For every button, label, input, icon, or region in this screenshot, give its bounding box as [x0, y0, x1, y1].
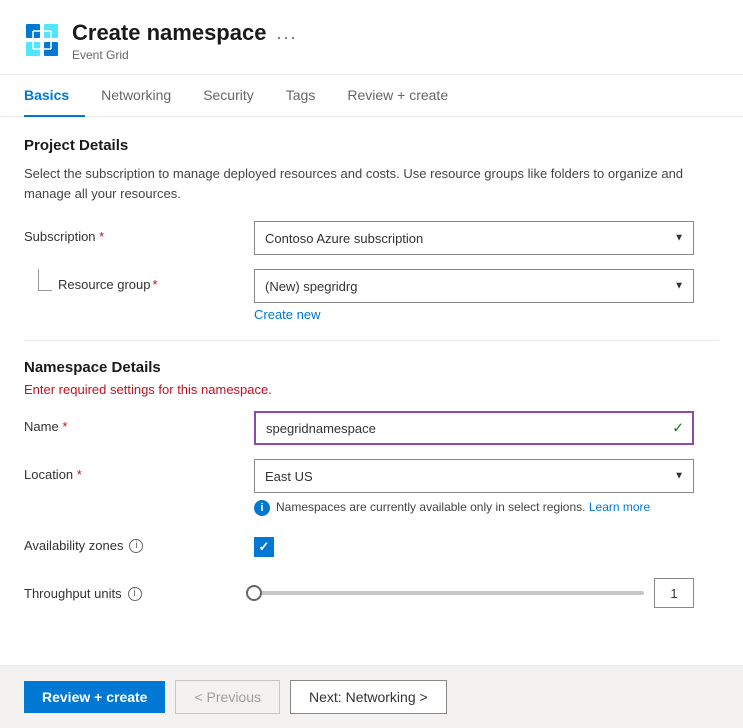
slider-track — [254, 591, 644, 595]
resource-group-label-wrap: Resource group * — [24, 269, 254, 292]
throughput-info-icon[interactable]: i — [128, 587, 142, 601]
subscription-select-wrapper: Contoso Azure subscription ▼ — [254, 221, 694, 255]
tab-tags[interactable]: Tags — [270, 75, 332, 117]
info-text: Namespaces are currently available only … — [276, 500, 586, 514]
subscription-row: Subscription * Contoso Azure subscriptio… — [24, 221, 719, 255]
previous-button: < Previous — [175, 680, 280, 714]
next-button[interactable]: Next: Networking > — [290, 680, 447, 714]
slider-thumb[interactable] — [246, 585, 262, 601]
resource-group-select-wrapper: (New) spegridrg ▼ — [254, 269, 694, 303]
name-input-wrapper: ✓ — [254, 411, 694, 445]
main-content: Project Details Select the subscription … — [0, 117, 743, 642]
page-title: Create namespace — [72, 20, 266, 46]
availability-zones-label: Availability zones — [24, 538, 123, 553]
project-details-description: Select the subscription to manage deploy… — [24, 164, 719, 203]
location-label: Location * — [24, 459, 254, 482]
availability-zones-label-wrap: Availability zones i — [24, 530, 254, 553]
subscription-select[interactable]: Contoso Azure subscription — [254, 221, 694, 255]
info-icon: i — [254, 500, 270, 516]
tab-review-create[interactable]: Review + create — [331, 75, 464, 117]
namespace-required-hint: Enter required settings for this namespa… — [24, 382, 719, 397]
tab-bar: Basics Networking Security Tags Review +… — [0, 75, 743, 117]
valid-check-icon: ✓ — [672, 420, 684, 437]
subscription-label: Subscription * — [24, 221, 254, 244]
learn-more-link[interactable]: Learn more — [589, 500, 650, 514]
location-select-wrapper: East US ▼ — [254, 459, 694, 493]
throughput-units-row: Throughput units i 1 — [24, 578, 719, 608]
throughput-units-label-wrap: Throughput units i — [24, 578, 254, 601]
resource-group-select[interactable]: (New) spegridrg — [254, 269, 694, 303]
namespace-details-title: Namespace Details — [24, 359, 719, 376]
page-header: Create namespace ... Event Grid — [0, 0, 743, 75]
availability-zones-row: Availability zones i ✓ — [24, 530, 719, 564]
more-options-icon[interactable]: ... — [276, 23, 297, 44]
create-new-link[interactable]: Create new — [254, 307, 719, 322]
tree-line-icon — [38, 269, 52, 291]
name-label: Name * — [24, 411, 254, 434]
review-create-button[interactable]: Review + create — [24, 681, 165, 713]
section-divider — [24, 340, 719, 341]
project-details-title: Project Details — [24, 137, 719, 154]
checkbox-check-icon: ✓ — [259, 539, 270, 555]
location-info-row: i Namespaces are currently available onl… — [254, 499, 694, 516]
availability-zones-info-icon[interactable]: i — [129, 539, 143, 553]
throughput-units-label: Throughput units — [24, 586, 122, 601]
name-input[interactable] — [254, 411, 694, 445]
footer-bar: Review + create < Previous Next: Network… — [0, 665, 743, 728]
availability-zones-checkbox[interactable]: ✓ — [254, 537, 274, 557]
name-row: Name * ✓ — [24, 411, 719, 445]
location-row: Location * East US ▼ i Namespaces are cu… — [24, 459, 719, 516]
page-subtitle: Event Grid — [72, 48, 297, 62]
tab-basics[interactable]: Basics — [24, 75, 85, 117]
throughput-value: 1 — [670, 586, 677, 601]
event-grid-icon — [24, 22, 60, 58]
throughput-value-box: 1 — [654, 578, 694, 608]
location-select[interactable]: East US — [254, 459, 694, 493]
throughput-slider-row: 1 — [254, 578, 694, 608]
resource-group-row: Resource group * (New) spegridrg ▼ Creat… — [24, 269, 719, 322]
resource-group-label: Resource group — [58, 277, 151, 292]
tab-networking[interactable]: Networking — [85, 75, 187, 117]
tab-security[interactable]: Security — [187, 75, 270, 117]
